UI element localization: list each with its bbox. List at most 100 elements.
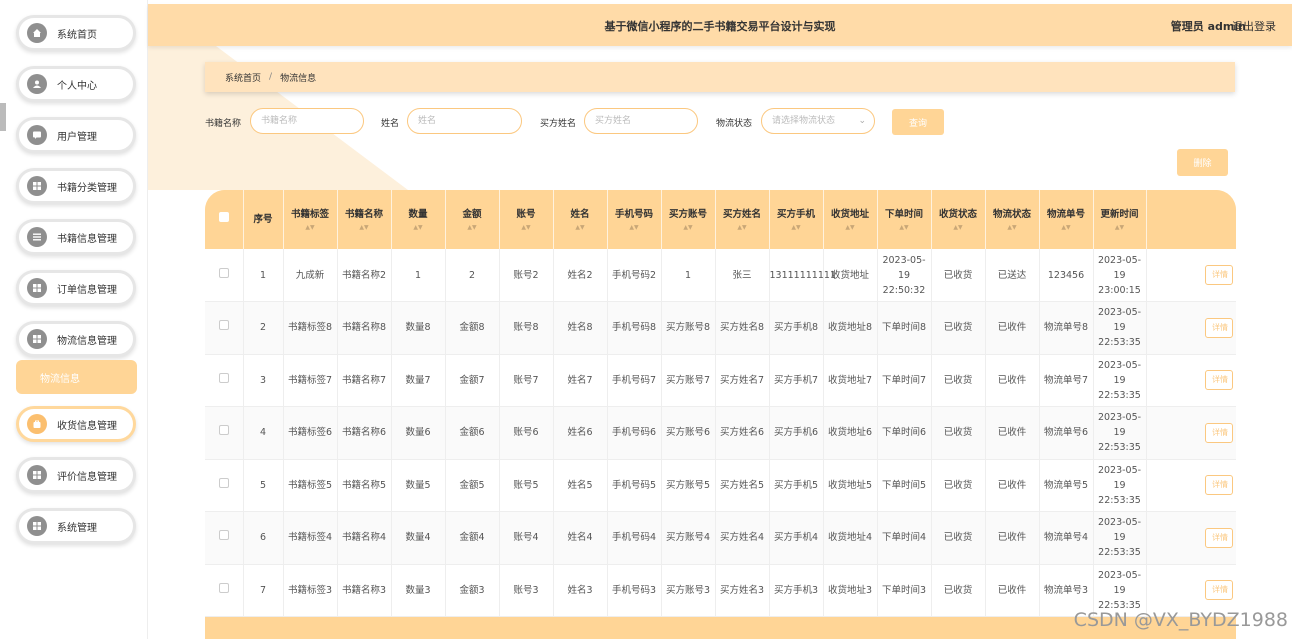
top-header: 基于微信小程序的二手书籍交易平台设计与实现 管理员 admin 退出登录 — [148, 4, 1292, 46]
query-button[interactable]: 查询 — [892, 109, 944, 135]
row-checkbox[interactable] — [218, 477, 229, 488]
sidebar-item-label: 书籍信息管理 — [57, 233, 117, 245]
breadcrumb-separator: / — [269, 72, 273, 82]
breadcrumb-home[interactable]: 系统首页 — [225, 71, 261, 84]
sort-icon[interactable]: ▲▼ — [284, 224, 337, 232]
sidebar-item-4[interactable]: 书籍信息管理 — [16, 219, 136, 255]
table-cell: 姓名7 — [553, 354, 608, 407]
column-header[interactable]: 数量 ▲▼ — [391, 190, 446, 249]
grid-icon — [27, 465, 47, 485]
sort-icon[interactable]: ▲▼ — [500, 224, 553, 232]
column-header[interactable]: 手机号码 ▲▼ — [607, 190, 662, 249]
sidebar: 系统首页个人中心用户管理书籍分类管理书籍信息管理订单信息管理 物流信息管理 物流信息… — [0, 0, 148, 639]
table-cell: 已收件 — [985, 354, 1040, 407]
sidebar-item-10[interactable]: 系统管理 — [16, 508, 136, 544]
row-checkbox[interactable] — [218, 320, 229, 331]
sort-icon[interactable]: ▲▼ — [446, 224, 499, 232]
sort-icon[interactable]: ▲▼ — [770, 224, 823, 232]
detail-button[interactable]: 详情 — [1205, 317, 1233, 338]
table-cell: 1 — [391, 249, 446, 302]
sidebar-item-1[interactable]: 个人中心 — [16, 66, 136, 102]
logout-link[interactable]: 退出登录 — [1232, 18, 1276, 34]
column-header[interactable]: 买方姓名 ▲▼ — [715, 190, 770, 249]
sidebar-item-0[interactable]: 系统首页 — [16, 15, 136, 51]
sidebar-subitem-logistics-info[interactable]: 物流信息 — [16, 360, 137, 394]
table-cell: 买方手机7 — [769, 354, 824, 407]
table-row: 5 书籍标签5 书籍名称5 数量5 金额5 账号5 姓名5 手机号码5 买方账号5 买方姓名5 买方… — [205, 459, 1236, 512]
column-header[interactable]: 金额 ▲▼ — [445, 190, 500, 249]
column-header[interactable]: 序号 — [243, 190, 284, 249]
column-header[interactable]: 物流状态 ▲▼ — [985, 190, 1040, 249]
column-header[interactable]: 书籍名称 ▲▼ — [337, 190, 392, 249]
table-cell: 书籍标签4 — [283, 511, 338, 565]
row-checkbox-cell — [205, 459, 244, 512]
table-cell: 手机号码8 — [607, 301, 662, 355]
column-header[interactable]: 买方手机 ▲▼ — [769, 190, 824, 249]
logistics-status-select[interactable]: 请选择物流状态 ⌄ — [761, 108, 875, 134]
detail-button[interactable]: 详情 — [1205, 422, 1233, 443]
sort-icon[interactable]: ▲▼ — [392, 224, 445, 232]
sort-icon[interactable]: ▲▼ — [986, 224, 1039, 232]
sidebar-item-6[interactable]: 物流信息管理 — [16, 321, 136, 357]
sort-icon[interactable]: ▲▼ — [1040, 224, 1093, 232]
detail-button[interactable]: 详情 — [1205, 527, 1233, 548]
table-cell: 下单时间8 — [877, 301, 932, 355]
row-checkbox[interactable] — [218, 582, 229, 593]
table-cell: 书籍标签3 — [283, 564, 338, 617]
sort-icon[interactable]: ▲▼ — [662, 224, 715, 232]
detail-button[interactable]: 详情 — [1205, 370, 1233, 391]
column-header-label: 账号 — [516, 208, 536, 220]
buyer-name-label: 买方姓名 — [540, 119, 577, 129]
column-header[interactable]: 书籍标签 ▲▼ — [283, 190, 338, 249]
sort-icon[interactable]: ▲▼ — [338, 224, 391, 232]
row-checkbox[interactable] — [218, 530, 229, 541]
name-input[interactable]: 姓名 — [407, 108, 522, 134]
table-cell: 2023-05-19 22:53:35 — [1093, 406, 1147, 460]
column-header[interactable]: 收货地址 ▲▼ — [823, 190, 878, 249]
grid-icon — [27, 278, 47, 298]
sidebar-item-3[interactable]: 书籍分类管理 — [16, 168, 136, 204]
column-header-label: 序号 — [253, 213, 273, 225]
sidebar-item-5[interactable]: 订单信息管理 — [16, 270, 136, 306]
table-cell: 已收货 — [931, 406, 986, 460]
row-checkbox-cell — [205, 564, 244, 617]
detail-button[interactable]: 详情 — [1205, 475, 1233, 496]
sort-icon[interactable]: ▲▼ — [932, 224, 985, 232]
column-header[interactable]: 姓名 ▲▼ — [553, 190, 608, 249]
detail-button[interactable]: 详情 — [1205, 265, 1233, 285]
delete-button[interactable]: 删除 — [1177, 149, 1228, 176]
row-checkbox[interactable] — [218, 267, 229, 278]
buyer-name-input[interactable]: 买方姓名 — [584, 108, 698, 134]
sidebar-item-2[interactable]: 用户管理 — [16, 117, 136, 153]
table-cell: 已收件 — [985, 459, 1040, 512]
table-cell: 买方姓名6 — [715, 406, 770, 460]
row-checkbox-cell — [205, 406, 244, 460]
sort-icon[interactable]: ▲▼ — [1094, 224, 1146, 232]
sort-icon[interactable]: ▲▼ — [608, 224, 661, 232]
table-cell: 下单时间4 — [877, 511, 932, 565]
sort-icon[interactable]: ▲▼ — [716, 224, 769, 232]
watermark: CSDN @VX_BYDZ1988 — [1073, 609, 1288, 631]
row-checkbox[interactable] — [218, 372, 229, 383]
column-header[interactable]: 物流单号 ▲▼ — [1039, 190, 1094, 249]
column-header[interactable]: 账号 ▲▼ — [499, 190, 554, 249]
table-cell: 1 — [661, 249, 716, 302]
sort-icon[interactable]: ▲▼ — [824, 224, 877, 232]
sort-icon[interactable]: ▲▼ — [554, 224, 607, 232]
column-header[interactable]: 下单时间 ▲▼ — [877, 190, 932, 249]
sidebar-item-9[interactable]: 评价信息管理 — [16, 457, 136, 493]
sidebar-item-8[interactable]: 收货信息管理 — [16, 406, 136, 442]
column-header[interactable]: 更新时间 ▲▼ — [1093, 190, 1147, 249]
column-header[interactable]: 收货状态 ▲▼ — [931, 190, 986, 249]
sort-icon[interactable]: ▲▼ — [878, 224, 931, 232]
detail-button[interactable]: 详情 — [1205, 580, 1233, 601]
row-checkbox[interactable] — [218, 425, 229, 436]
row-checkbox-cell — [205, 301, 244, 355]
table-cell: 数量8 — [391, 301, 446, 355]
table-cell: 物流单号8 — [1039, 301, 1094, 355]
column-header[interactable]: 买方账号 ▲▼ — [661, 190, 716, 249]
book-name-input[interactable]: 书籍名称 — [250, 108, 364, 134]
select-all-checkbox[interactable] — [218, 212, 229, 222]
table-cell: 已收件 — [985, 301, 1040, 355]
table-cell: 买方姓名7 — [715, 354, 770, 407]
